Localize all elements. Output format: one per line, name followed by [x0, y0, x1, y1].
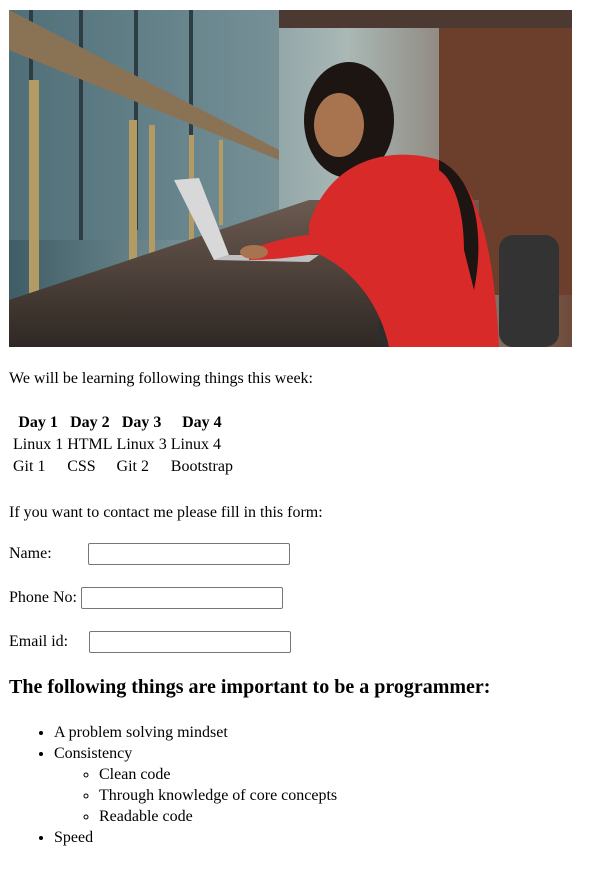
phone-input[interactable] — [81, 587, 283, 609]
name-row: Name: — [9, 543, 290, 565]
table-header: Day 1 — [18, 414, 58, 431]
sub-list-item: Readable code — [99, 806, 337, 827]
important-heading: The following things are important to be… — [9, 676, 491, 698]
table-header: Day 2 — [70, 414, 110, 431]
phone-row: Phone No: — [9, 587, 283, 609]
list-item: A problem solving mindset — [54, 722, 337, 743]
table-cell: Git 2 — [116, 458, 149, 475]
list-item: Speed — [54, 827, 337, 848]
table-header: Day 3 — [121, 414, 162, 431]
name-label: Name: — [9, 545, 52, 562]
table-header-row: Day 1 Day 2 Day 3 Day 4 — [12, 413, 234, 433]
table-cell: Bootstrap — [170, 458, 233, 475]
table-header: Day 4 — [182, 414, 222, 431]
email-label: Email id: — [9, 633, 69, 650]
table-cell: Linux 1 — [13, 436, 64, 453]
list-item-label: Consistency — [54, 745, 133, 762]
woman-laptop-photo — [9, 10, 572, 347]
sub-list: Clean code Through knowledge of core con… — [54, 764, 337, 827]
table-cell: HTML — [67, 436, 113, 453]
table-row: Linux 1 HTML Linux 3 Linux 4 — [12, 435, 234, 455]
schedule-table: Day 1 Day 2 Day 3 Day 4 Linux 1 HTML Lin… — [10, 411, 236, 479]
phone-label: Phone No: — [9, 589, 77, 606]
email-row: Email id: — [9, 631, 291, 653]
intro-text: We will be learning following things thi… — [9, 370, 313, 387]
hero-image — [9, 10, 572, 347]
contact-lead-text: If you want to contact me please fill in… — [9, 504, 323, 521]
table-cell: CSS — [67, 458, 96, 475]
table-cell: Linux 4 — [170, 436, 221, 453]
traits-list: A problem solving mindset Consistency Cl… — [9, 722, 337, 848]
sub-list-item: Clean code — [99, 764, 337, 785]
table-cell: Git 1 — [13, 458, 46, 475]
table-cell: Linux 3 — [116, 436, 167, 453]
name-input[interactable] — [88, 543, 290, 565]
table-row: Git 1 CSS Git 2 Bootstrap — [12, 457, 234, 477]
sub-list-item: Through knowledge of core concepts — [99, 785, 337, 806]
email-input[interactable] — [89, 631, 291, 653]
list-item: Consistency Clean code Through knowledge… — [54, 743, 337, 827]
